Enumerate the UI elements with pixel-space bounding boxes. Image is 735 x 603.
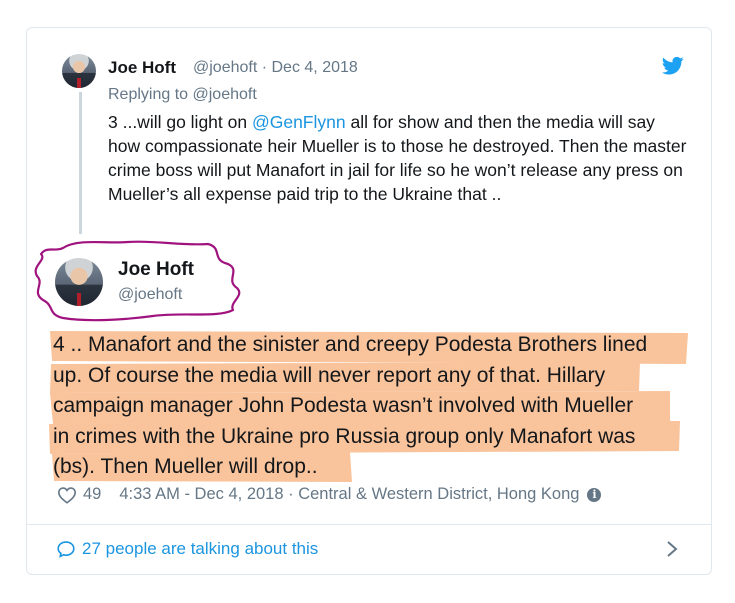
twitter-bird-icon[interactable] [662, 56, 684, 76]
timestamp-location[interactable]: 4:33 AM - Dec 4, 2018 · Central & Wester… [119, 485, 579, 504]
conversation-link[interactable]: 27 people are talking about this [56, 539, 318, 559]
speech-bubble-icon [57, 541, 75, 558]
avatar[interactable] [62, 54, 96, 88]
tweet-line: campaign manager John Podesta wasn’t inv… [53, 394, 634, 417]
tweet-text-part: 3 ...will go light on [108, 112, 252, 132]
like-count[interactable]: 49 [83, 485, 101, 504]
main-tweet-text: 4 .. Manafort and the sinister and creep… [53, 330, 693, 483]
divider [27, 524, 711, 525]
handle-and-date[interactable]: @joehoft · Dec 4, 2018 [193, 59, 358, 77]
thread-connector-line [79, 92, 82, 234]
tweet-line: (bs). Then Mueller will drop.. [53, 455, 318, 478]
author-name[interactable]: Joe Hoft [108, 58, 176, 78]
tweet-line: 4 .. Manafort and the sinister and creep… [53, 333, 648, 356]
info-icon[interactable]: i [587, 487, 602, 502]
scribble-annotation [34, 240, 241, 322]
conversation-count-label[interactable]: 27 people are talking about this [82, 539, 318, 559]
tweet-line: up. Of course the media will never repor… [53, 363, 606, 387]
heart-icon[interactable] [57, 486, 77, 504]
chevron-right-icon[interactable] [665, 540, 679, 558]
tweet-line: in crimes with the Ukraine pro Russia gr… [53, 424, 636, 448]
mention-link[interactable]: @GenFlynn [252, 112, 346, 132]
tweet-footer-meta: 49 4:33 AM - Dec 4, 2018 · Central & Wes… [57, 485, 602, 504]
replying-to-label[interactable]: Replying to @joehoft [108, 86, 257, 104]
reply-tweet-text: 3 ...will go light on @GenFlynn all for … [108, 110, 688, 206]
